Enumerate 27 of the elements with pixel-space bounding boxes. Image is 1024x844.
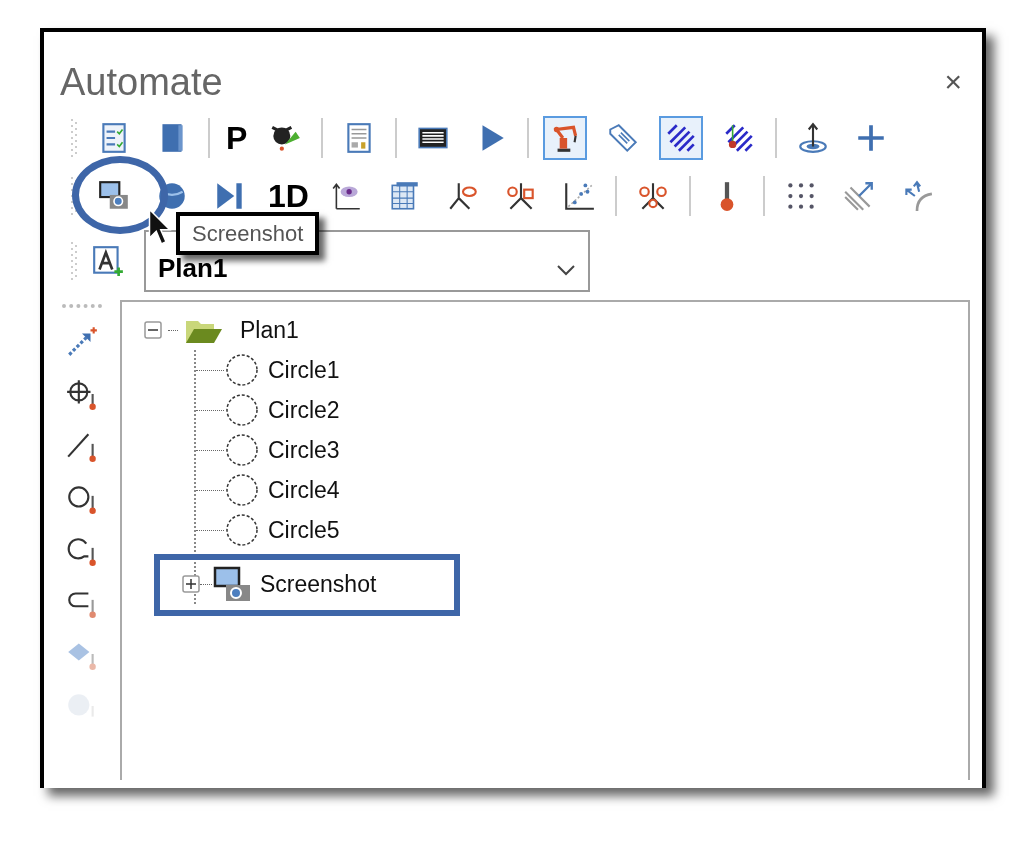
tree-item[interactable]: Circle5 (268, 512, 340, 548)
dashed-circle-icon (224, 432, 260, 468)
hatch-icon[interactable] (659, 116, 704, 160)
chevron-down-icon (556, 264, 576, 276)
toolbar-gripper[interactable] (70, 175, 78, 217)
dashed-circle-icon (224, 352, 260, 388)
tree-item[interactable]: Circle1 (268, 352, 340, 388)
dashed-circle-icon (224, 472, 260, 508)
tooltip: Screenshot (176, 212, 320, 255)
tree-item[interactable]: Screenshot (260, 566, 377, 602)
tree-item[interactable]: Circle3 (268, 432, 340, 468)
toolbar-gripper[interactable] (62, 304, 102, 308)
close-button[interactable]: × (944, 67, 962, 97)
dashed-circle-icon (224, 392, 260, 428)
expand-icon[interactable] (182, 575, 200, 593)
collapse-icon[interactable] (144, 321, 162, 339)
toolbar-gripper[interactable] (70, 240, 78, 282)
toolbar-gripper[interactable] (70, 117, 78, 159)
screenshot-icon (212, 565, 252, 603)
robot-arm-icon[interactable] (543, 116, 588, 160)
panel-title: Automate (60, 59, 223, 105)
tree-item[interactable]: Circle4 (268, 472, 340, 508)
tree-item[interactable]: Circle2 (268, 392, 340, 428)
dropdown-value: Plan1 (158, 252, 228, 285)
toolbar-button[interactable]: P (224, 116, 250, 160)
dashed-circle-icon (224, 512, 260, 548)
tree-item[interactable]: Plan1 (240, 312, 299, 348)
